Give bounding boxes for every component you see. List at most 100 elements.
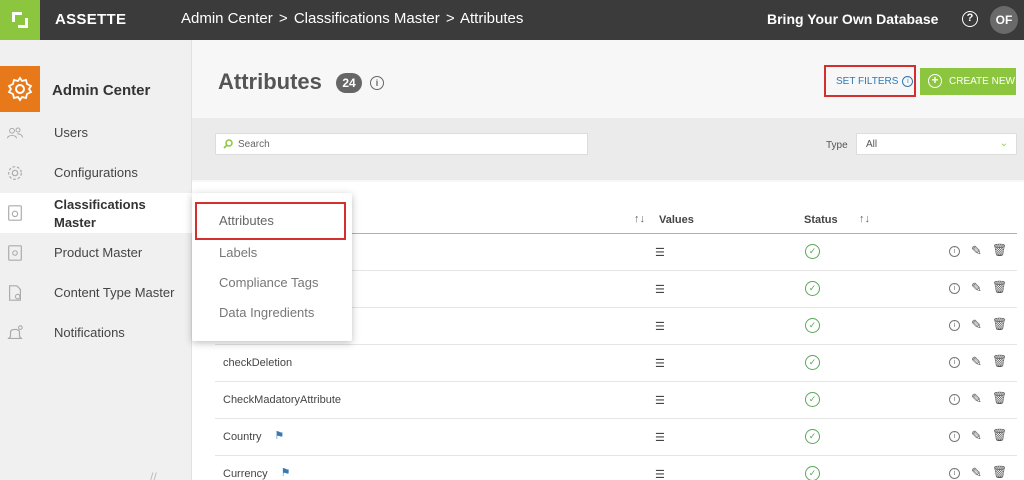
- type-label: Type: [826, 140, 848, 151]
- sidebar-item-label: Users: [54, 125, 88, 140]
- gear-icon: [7, 76, 33, 102]
- status-check-icon: ✓: [805, 466, 820, 480]
- info-icon[interactable]: i: [949, 246, 960, 257]
- delete-icon[interactable]: 🗑: [992, 354, 1007, 368]
- attribute-name[interactable]: checkDeletion: [223, 357, 292, 369]
- breadcrumb: Admin Center > Classifications Master > …: [181, 10, 525, 27]
- column-header-values: Values: [659, 214, 694, 226]
- list-icon[interactable]: ☰: [655, 320, 665, 333]
- sidebar-item-product-master[interactable]: Product Master: [0, 233, 192, 273]
- breadcrumb-separator: >: [278, 10, 288, 27]
- attribute-name[interactable]: Country: [223, 431, 262, 443]
- flyout-item-attributes[interactable]: Attributes: [219, 213, 274, 228]
- table-row[interactable]: checkDeletion ☰ ✓ i ✎ 🗑: [215, 345, 1017, 382]
- info-icon[interactable]: i: [949, 320, 960, 331]
- list-icon[interactable]: ☰: [655, 283, 665, 296]
- info-icon: i: [902, 76, 914, 87]
- edit-icon[interactable]: ✎: [971, 391, 982, 407]
- sidebar-item-configurations[interactable]: Configurations: [0, 153, 192, 193]
- delete-icon[interactable]: 🗑: [992, 280, 1007, 294]
- plus-icon: +: [928, 74, 942, 88]
- type-select-value: All: [866, 139, 878, 150]
- sidebar-item-content-type-master[interactable]: Content Type Master: [0, 273, 192, 313]
- set-filters-label: SET FILTERS: [836, 76, 899, 88]
- attribute-name[interactable]: Currency: [223, 468, 268, 480]
- byod-link[interactable]: Bring Your Own Database: [767, 11, 938, 27]
- create-new-label: CREATE NEW: [949, 76, 1015, 87]
- info-icon[interactable]: i: [949, 394, 960, 405]
- sidebar-item-notifications[interactable]: Notifications: [0, 313, 192, 353]
- avatar[interactable]: OF: [990, 6, 1018, 34]
- sidebar-item-classifications-master[interactable]: Classifications Master: [0, 193, 192, 233]
- edit-icon[interactable]: ✎: [971, 354, 982, 370]
- attribute-name[interactable]: CheckMadatoryAttribute: [223, 394, 341, 406]
- logo-icon: [12, 12, 28, 28]
- status-check-icon: ✓: [805, 318, 820, 333]
- edit-icon[interactable]: ✎: [971, 243, 982, 259]
- status-check-icon: ✓: [805, 281, 820, 296]
- edit-icon[interactable]: ✎: [971, 465, 982, 480]
- table-row[interactable]: Country ⚑ ☰ ✓ i ✎ 🗑: [215, 419, 1017, 456]
- delete-icon[interactable]: 🗑: [992, 428, 1007, 442]
- search-input[interactable]: Search: [215, 133, 588, 155]
- edit-icon[interactable]: ✎: [971, 280, 982, 296]
- sidebar-item-label: Content Type Master: [54, 285, 175, 300]
- info-icon[interactable]: i: [949, 357, 960, 368]
- gear-icon: [8, 166, 22, 180]
- create-new-button[interactable]: + CREATE NEW: [920, 68, 1016, 95]
- column-header-status: Status: [804, 214, 838, 226]
- classification-icon: [8, 205, 22, 221]
- status-check-icon: ✓: [805, 244, 820, 259]
- count-badge: 24: [336, 73, 362, 93]
- search-icon: [223, 139, 233, 149]
- flyout-item-labels[interactable]: Labels: [219, 245, 257, 260]
- bell-icon: [7, 325, 23, 339]
- info-icon[interactable]: i: [949, 431, 960, 442]
- delete-icon[interactable]: 🗑: [992, 391, 1007, 405]
- classifications-flyout-menu: Attributes Labels Compliance Tags Data I…: [192, 193, 352, 341]
- breadcrumb-current: Attributes: [460, 10, 524, 27]
- chevron-down-icon: ⌄: [999, 138, 1008, 149]
- edit-icon[interactable]: ✎: [971, 317, 982, 333]
- status-check-icon: ✓: [805, 392, 820, 407]
- info-icon[interactable]: i: [370, 76, 384, 90]
- edit-icon[interactable]: ✎: [971, 428, 982, 444]
- tag-icon: ⚑: [274, 430, 285, 442]
- users-icon: [7, 127, 23, 139]
- tag-icon: ⚑: [280, 467, 291, 479]
- info-icon[interactable]: i: [949, 283, 960, 294]
- sidebar-title: Admin Center: [52, 82, 151, 99]
- sort-icon[interactable]: ↑↓: [859, 213, 870, 225]
- type-select[interactable]: All ⌄: [856, 133, 1017, 155]
- app-logo[interactable]: [0, 0, 40, 40]
- document-icon: [9, 285, 21, 301]
- help-icon[interactable]: ?: [962, 11, 978, 27]
- list-icon[interactable]: ☰: [655, 468, 665, 480]
- info-icon[interactable]: i: [949, 468, 960, 479]
- page-title: Attributes: [218, 69, 322, 94]
- sidebar-item-label: Configurations: [54, 165, 138, 180]
- sidebar: Admin Center Users Configurations Classi…: [0, 40, 192, 480]
- breadcrumb-item[interactable]: Admin Center: [181, 10, 273, 27]
- sort-icon[interactable]: ↑↓: [634, 213, 645, 225]
- list-icon[interactable]: ☰: [655, 431, 665, 444]
- list-icon[interactable]: ☰: [655, 357, 665, 370]
- delete-icon[interactable]: 🗑: [992, 317, 1007, 331]
- sidebar-item-users[interactable]: Users: [0, 113, 192, 153]
- flyout-item-compliance-tags[interactable]: Compliance Tags: [219, 275, 318, 290]
- delete-icon[interactable]: 🗑: [992, 465, 1007, 479]
- delete-icon[interactable]: 🗑: [992, 243, 1007, 257]
- list-icon[interactable]: ☰: [655, 246, 665, 259]
- sidebar-item-label: Product Master: [54, 245, 143, 260]
- list-icon[interactable]: ☰: [655, 394, 665, 407]
- table-row[interactable]: Currency ⚑ ☰ ✓ i ✎ 🗑: [215, 456, 1017, 480]
- table-row[interactable]: CheckMadatoryAttribute ☰ ✓ i ✎ 🗑: [215, 382, 1017, 419]
- sidebar-item-label: Classifications Master: [54, 197, 146, 230]
- status-check-icon: ✓: [805, 355, 820, 370]
- set-filters-button[interactable]: SET FILTERS i: [824, 65, 916, 97]
- resize-grip-icon[interactable]: //: [150, 470, 157, 480]
- flyout-item-data-ingredients[interactable]: Data Ingredients: [219, 305, 314, 320]
- top-bar: ASSETTE Admin Center > Classifications M…: [0, 0, 1024, 40]
- brand-name: ASSETTE: [55, 11, 127, 28]
- breadcrumb-item[interactable]: Classifications Master: [294, 10, 440, 27]
